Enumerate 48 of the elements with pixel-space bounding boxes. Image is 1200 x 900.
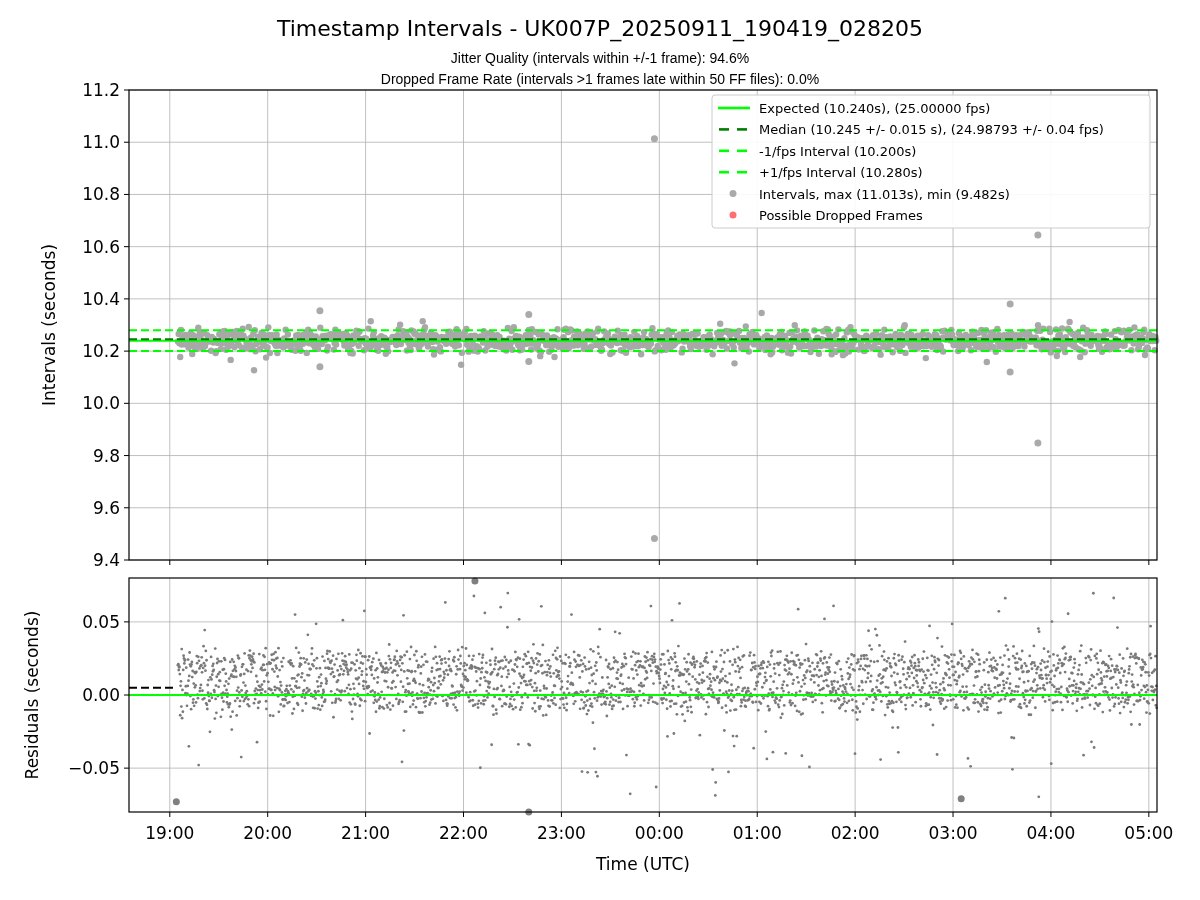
y-tick-label: −0.05: [67, 758, 120, 779]
data-point: [316, 363, 324, 371]
x-tick-label: 02:00: [830, 823, 880, 843]
data-point: [525, 808, 533, 816]
x-tick-label: 03:00: [928, 823, 978, 843]
legend-label: Possible Dropped Frames: [759, 208, 923, 223]
median-marker-line: [128, 686, 176, 689]
x-tick-label: 20:00: [243, 823, 293, 843]
legend-label: Expected (10.240s), (25.00000 fps): [759, 101, 991, 116]
data-point: [471, 577, 479, 585]
data-point: [1034, 231, 1042, 239]
x-tick-label: 22:00: [439, 823, 488, 843]
y-axis-label: Residuals (seconds): [22, 610, 42, 780]
legend-label: +1/fps Interval (10.280s): [759, 165, 923, 181]
chart-subtitle: Dropped Frame Rate (intervals >1 frames late within 50 FF files): 0.0%: [380, 71, 820, 87]
x-tick-label: 01:00: [732, 823, 782, 843]
x-tick-label: 00:00: [634, 823, 684, 843]
data-point: [525, 311, 533, 319]
x-tick-label: 21:00: [341, 823, 391, 843]
legend-label: -1/fps Interval (10.200s): [759, 143, 917, 159]
y-tick-label: 10.0: [82, 393, 120, 414]
x-axis-label: Time (UTC): [596, 854, 690, 874]
chart-subtitle: Jitter Quality (intervals within +/-1 frame): 94.6%: [450, 50, 750, 66]
y-tick-label: 9.8: [92, 445, 120, 466]
y-tick-label: 10.6: [82, 236, 120, 257]
y-tick-label: 11.0: [82, 132, 120, 153]
y-axis-label: Intervals (seconds): [39, 243, 59, 407]
x-tick-label: 04:00: [1026, 823, 1076, 843]
y-tick-label: 9.6: [92, 497, 120, 518]
data-point: [1034, 439, 1042, 447]
y-tick-label: 0.05: [82, 611, 120, 632]
data-point: [172, 798, 180, 806]
y-tick-label: 11.2: [82, 80, 120, 100]
data-point: [525, 358, 533, 366]
y-tick-label: 9.4: [92, 550, 120, 570]
y-tick-label: 10.2: [82, 341, 120, 362]
y-tick-label: 10.8: [82, 184, 120, 205]
legend-label: Intervals, max (11.013s), min (9.482s): [759, 186, 1010, 202]
y-tick-label: 0.00: [82, 685, 120, 705]
x-tick-label: 19:00: [145, 823, 195, 843]
data-point: [957, 795, 965, 803]
data-point: [1006, 368, 1014, 376]
legend-label: Median (10.245 +/- 0.015 s), (24.98793 +/- 0.04 fps): [759, 122, 1104, 138]
data-point: [316, 307, 324, 315]
y-tick-label: 10.4: [82, 288, 120, 309]
x-tick-label: 05:00: [1124, 823, 1174, 843]
chart-title: Timestamp Intervals - UK007P_20250911_190419_028205: [276, 16, 924, 41]
x-tick-label: 23:00: [536, 823, 586, 843]
